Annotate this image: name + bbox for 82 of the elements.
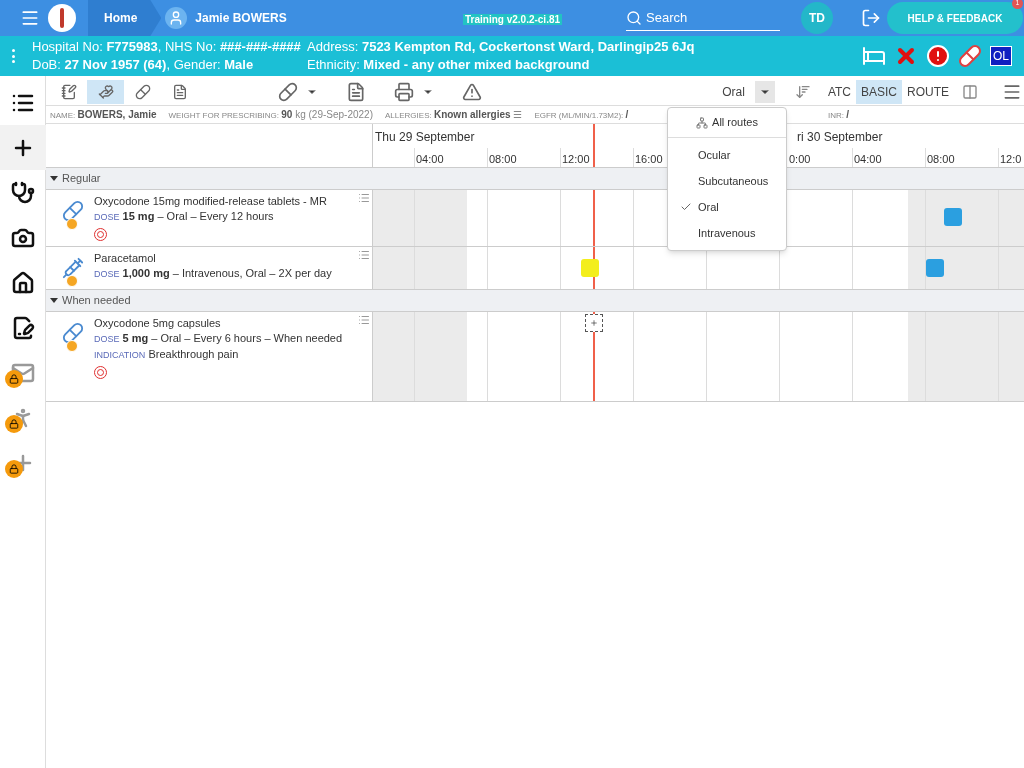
birth-gender: DoB: 27 Nov 1957 (64), Gender: Male — [32, 56, 255, 74]
pill-icon[interactable] — [958, 44, 982, 68]
dose-marker[interactable] — [581, 259, 599, 277]
patient-info: EGFR (ML/MIN/1.73M2): / — [534, 108, 629, 122]
patient-info: NAME: BOWERS, Jamie — [50, 108, 157, 122]
menu-icon[interactable] — [20, 8, 40, 28]
hour-gridline — [414, 148, 415, 167]
dose-text: DOSE 15 mg – Oral – Every 12 hours — [94, 209, 275, 224]
patient-info: INR: / — [828, 108, 849, 122]
add-medication-icon[interactable] — [278, 81, 298, 102]
mode-tab[interactable]: ROUTE — [902, 79, 954, 104]
day-label: Thu 29 September — [375, 129, 475, 146]
stethoscope-icon — [10, 180, 35, 205]
warning-icon[interactable] — [462, 81, 482, 102]
time-label: 0:00 — [789, 152, 811, 167]
menu-item[interactable]: Intravenous — [668, 220, 786, 246]
hospital-number: Hospital No: F775983, NHS No: ###-###-#### — [32, 38, 302, 56]
route-badge-icon — [66, 340, 78, 352]
menu-item[interactable]: Oral — [668, 194, 786, 220]
medication-name[interactable]: Oxycodone 15mg modified-release tablets - MR — [94, 194, 356, 209]
layout-icon[interactable] — [962, 83, 978, 100]
menu-item[interactable]: Ocular — [668, 142, 786, 168]
ethnicity: Ethnicity: Mixed - any other mixed background — [307, 56, 591, 74]
menu-item[interactable]: All routes — [668, 108, 786, 138]
row-menu-icon[interactable] — [358, 192, 370, 204]
address: Address: 7523 Kempton Rd, Cockertonst Ward, Darlingip25 6Jq — [307, 38, 695, 56]
sort-icon[interactable] — [794, 83, 811, 100]
time-label: 08:00 — [489, 152, 517, 167]
route-filter-value[interactable]: Oral — [722, 82, 745, 101]
syringe-icon — [62, 257, 84, 279]
dose-marker[interactable] — [926, 259, 944, 277]
mode-tab[interactable]: ATC — [822, 79, 856, 104]
notebook-icon — [60, 83, 77, 100]
day-label: ri 30 September — [797, 129, 883, 146]
referral-icon[interactable] — [346, 81, 366, 102]
group-header[interactable]: When needed — [46, 290, 1024, 312]
pill-icon — [134, 83, 151, 100]
time-label: 12:00 — [562, 152, 590, 167]
row-menu-icon[interactable] — [358, 314, 370, 326]
time-label: 16:00 — [635, 152, 663, 167]
hour-gridline — [998, 148, 999, 167]
view-tab[interactable] — [87, 79, 124, 104]
routes-icon — [696, 116, 709, 129]
capsule-icon — [62, 322, 84, 344]
print-icon[interactable] — [394, 81, 414, 102]
mode-tab[interactable]: BASIC — [856, 79, 902, 104]
time-label: 08:00 — [927, 152, 955, 167]
alert-icon[interactable] — [926, 44, 950, 68]
dose-marker[interactable] — [944, 208, 962, 226]
logout-icon[interactable] — [861, 8, 881, 28]
hour-gridline — [852, 148, 853, 167]
dose-text: DOSE 5 mg – Oral – Every 6 hours – When needed — [94, 331, 344, 346]
dose-text: DOSE 1,000 mg – Intravenous, Oral – 2X per day — [94, 266, 333, 281]
route-badge-icon — [66, 275, 78, 287]
row-menu-icon[interactable] — [358, 249, 370, 261]
hour-gridline — [925, 148, 926, 167]
add-dose-icon[interactable] — [585, 314, 603, 332]
search-icon — [626, 9, 642, 26]
sidebar-item[interactable] — [0, 125, 46, 170]
tablet-icon — [62, 200, 84, 222]
time-label: 04:00 — [854, 152, 882, 167]
patient-info: ALLERGIES: Known allergies ☰ — [385, 108, 523, 122]
route-badge-icon — [66, 218, 78, 230]
patient-info: WEIGHT FOR PRESCRIBING: 90 kg (29-Sep-2022) — [168, 108, 373, 122]
document-icon — [171, 83, 188, 100]
flag-badge[interactable]: OL — [990, 46, 1012, 66]
patient-avatar-icon — [165, 7, 188, 29]
medication-name[interactable]: Paracetamol — [94, 251, 356, 266]
hour-gridline — [560, 148, 561, 167]
house-icon — [10, 270, 35, 295]
hour-gridline — [633, 148, 634, 167]
hand-icon — [97, 83, 114, 100]
time-label: 12:0 — [1000, 152, 1022, 167]
logo-icon — [48, 4, 76, 32]
medication-name[interactable]: Oxycodone 5mg capsules — [94, 316, 356, 331]
hour-gridline — [487, 148, 488, 167]
current-time-line — [593, 124, 595, 167]
home-link[interactable]: Home — [88, 0, 162, 36]
build-badge: Training v2.0.2-ci.81 — [463, 14, 563, 25]
indication-text: INDICATION Breakthrough pain — [94, 347, 240, 362]
route-dropdown-button[interactable] — [754, 80, 775, 103]
time-label: 04:00 — [416, 152, 444, 167]
